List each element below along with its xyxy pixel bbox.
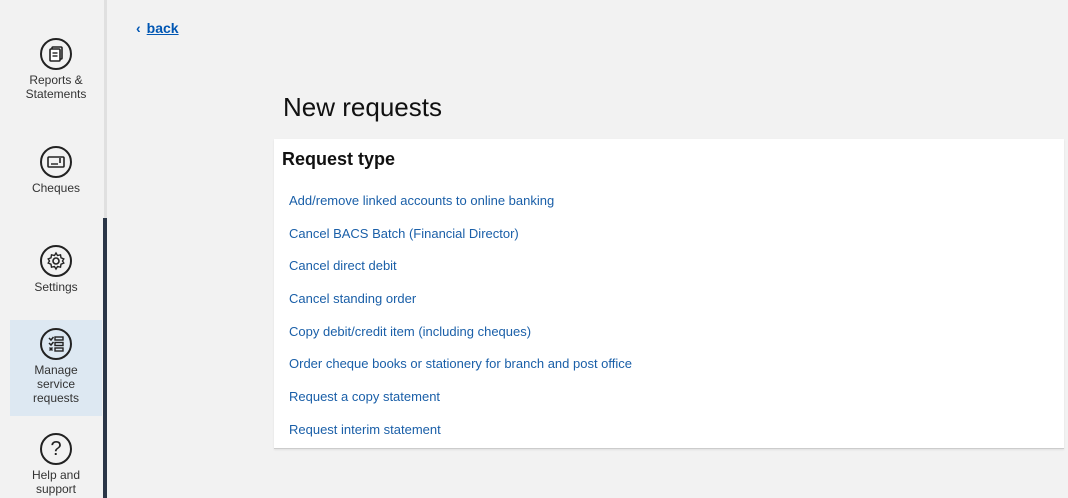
back-label: back xyxy=(146,20,179,36)
gear-icon xyxy=(40,245,72,277)
question-icon: ? xyxy=(40,433,72,465)
request-link[interactable]: Order cheque books or stationery for bra… xyxy=(289,356,632,389)
nav-item-settings[interactable]: Settings xyxy=(10,245,102,301)
request-link[interactable]: Cancel direct debit xyxy=(289,258,632,291)
nav-item-label: Settings xyxy=(34,280,78,294)
nav-item-label: Help and support xyxy=(31,468,81,496)
scrollbar-thumb[interactable] xyxy=(103,218,107,498)
nav-item-label: Cheques xyxy=(31,181,81,195)
back-link[interactable]: ‹ back xyxy=(136,20,179,36)
nav-item-cheques[interactable]: Cheques xyxy=(10,146,102,202)
request-link[interactable]: Copy debit/credit item (including cheque… xyxy=(289,324,632,357)
chevron-left-icon: ‹ xyxy=(136,20,141,36)
request-link[interactable]: Request a copy statement xyxy=(289,389,632,422)
nav-item-help[interactable]: ? Help and support xyxy=(10,433,102,498)
request-link[interactable]: Cancel standing order xyxy=(289,291,632,324)
sidebar-nav: Reports & Statements Cheques Settings Ma… xyxy=(0,0,104,498)
request-type-card: Request type Add/remove linked accounts … xyxy=(274,139,1064,449)
request-link[interactable]: Add/remove linked accounts to online ban… xyxy=(289,193,632,226)
request-link[interactable]: Cancel BACS Batch (Financial Director) xyxy=(289,226,632,259)
request-list: Add/remove linked accounts to online ban… xyxy=(289,193,632,455)
checklist-icon xyxy=(40,328,72,360)
request-link[interactable]: Request interim statement xyxy=(289,422,632,455)
nav-item-reports[interactable]: Reports & Statements xyxy=(10,38,102,112)
nav-item-label: Manage service requests xyxy=(32,363,80,405)
card-title: Request type xyxy=(282,149,396,169)
documents-icon xyxy=(40,38,72,70)
cheque-icon xyxy=(40,146,72,178)
nav-item-manage-service-requests[interactable]: Manage service requests xyxy=(10,320,102,416)
nav-item-label: Reports & Statements xyxy=(25,73,87,101)
page-title: New requests xyxy=(283,92,442,122)
